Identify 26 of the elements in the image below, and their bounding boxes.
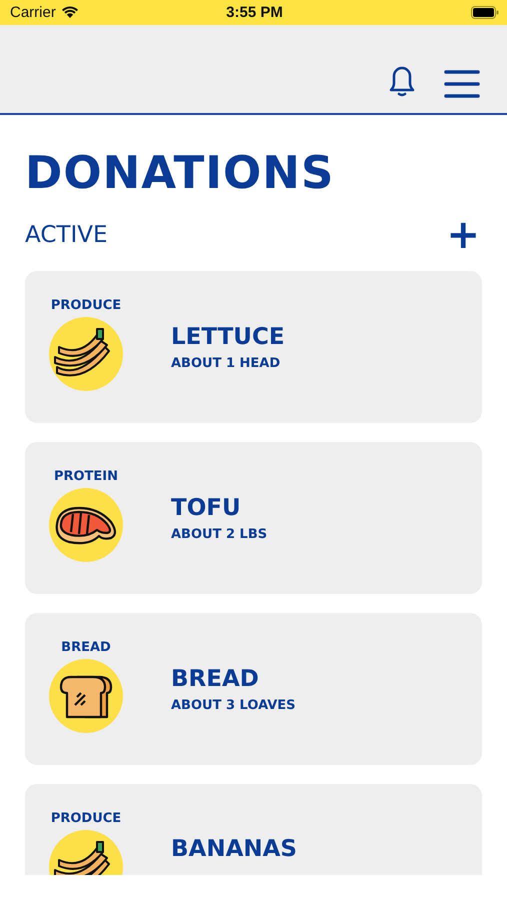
category-label: BREAD xyxy=(61,640,111,654)
donation-amount: ABOUT 1 HEAD xyxy=(171,356,282,370)
page-title: DONATIONS xyxy=(25,145,336,201)
battery-icon xyxy=(470,6,499,19)
banana-icon xyxy=(49,316,123,390)
donation-card[interactable]: PROTEIN TOFU ABOUT 2 LBS xyxy=(25,442,482,594)
category-label: PRODUCE xyxy=(50,810,122,826)
category-label: PROTEIN xyxy=(54,468,118,484)
wifi-icon xyxy=(60,6,79,19)
section-label: ACTIVE xyxy=(25,222,108,248)
carrier-label: Carrier xyxy=(10,4,56,21)
donation-card[interactable]: PRODUCE LETTUCE ABOUT 1 HEAD xyxy=(25,271,482,423)
donation-name: LETTUCE xyxy=(171,324,285,350)
donation-amount: ABOUT 2 LBS xyxy=(171,526,268,542)
menu-icon[interactable] xyxy=(444,69,480,99)
category-label: PRODUCE xyxy=(50,298,122,312)
donation-name: TOFU xyxy=(171,494,242,520)
donation-name: BREAD xyxy=(171,666,260,692)
donation-card[interactable]: BREAD BREAD ABOUT 3 LOAVES xyxy=(25,613,482,765)
add-button[interactable]: + xyxy=(444,215,482,255)
donation-name: BANANAS xyxy=(171,836,297,862)
toast-icon xyxy=(49,658,123,732)
clock: 3:55 PM xyxy=(226,4,283,21)
donation-card[interactable]: PRODUCE BANANAS xyxy=(25,784,482,875)
steak-icon xyxy=(49,488,123,562)
donation-amount: ABOUT 3 LOAVES xyxy=(171,698,296,712)
